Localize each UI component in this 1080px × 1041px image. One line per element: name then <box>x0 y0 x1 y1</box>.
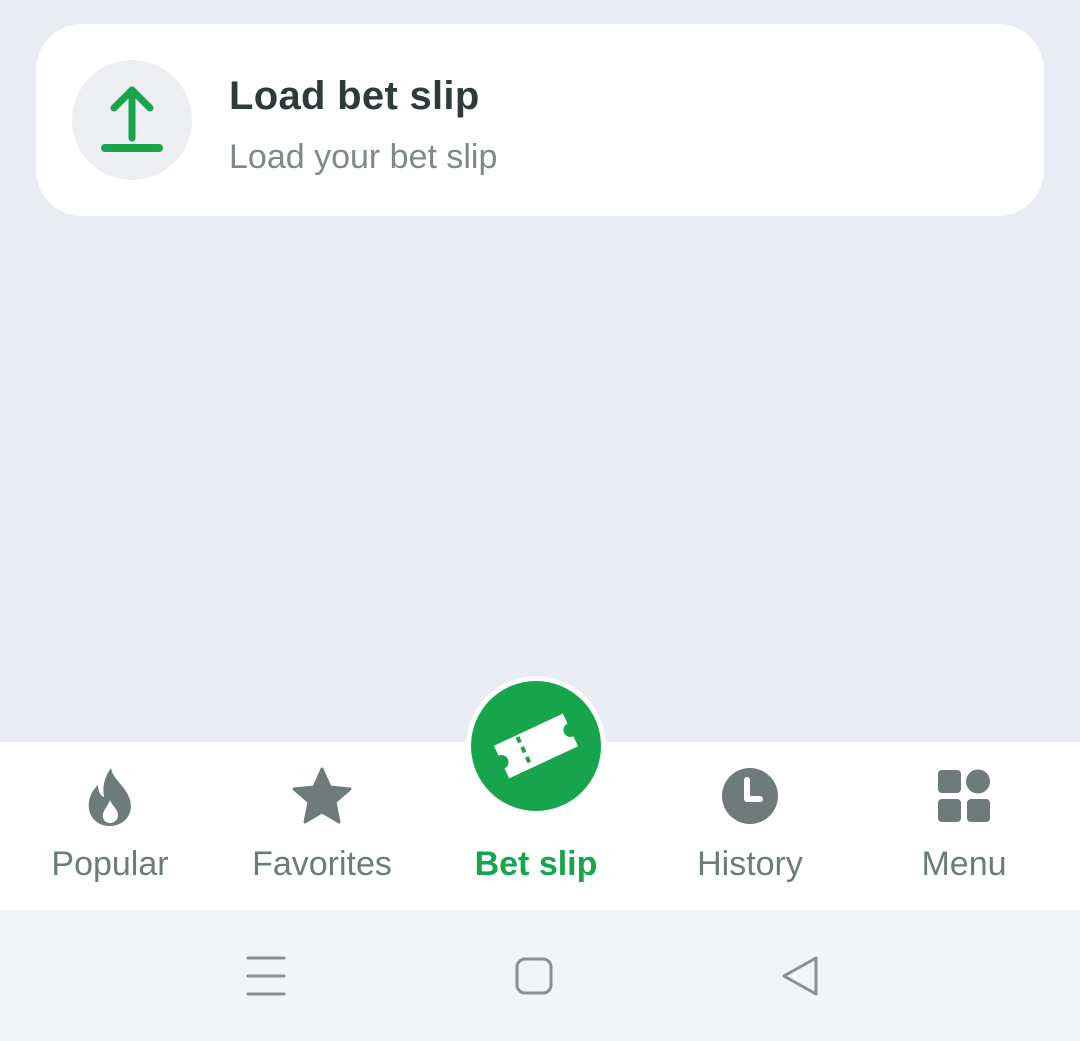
fab-circle <box>471 681 601 811</box>
bet-slip-fab[interactable] <box>466 676 606 816</box>
nav-label: History <box>697 845 803 883</box>
home-icon[interactable] <box>504 946 564 1006</box>
ticket-icon <box>493 713 579 779</box>
nav-item-popular[interactable]: Popular <box>2 742 218 910</box>
nav-item-favorites[interactable]: Favorites <box>214 742 430 910</box>
nav-label: Favorites <box>252 845 392 883</box>
nav-label: Menu <box>921 845 1007 883</box>
card-title: Load bet slip <box>229 74 480 118</box>
system-navigation-bar <box>0 910 1080 1041</box>
nav-item-menu[interactable]: Menu <box>856 742 1072 910</box>
card-subtitle: Load your bet slip <box>229 138 498 176</box>
nav-item-history[interactable]: History <box>642 742 858 910</box>
flame-icon <box>88 768 131 826</box>
recents-icon[interactable] <box>236 946 296 1006</box>
nav-label: Popular <box>51 845 169 883</box>
clock-icon <box>722 768 778 824</box>
load-bet-slip-card[interactable]: Load bet slip Load your bet slip <box>36 24 1044 216</box>
grid-icon <box>938 769 990 822</box>
star-icon <box>292 767 352 824</box>
nav-label: Bet slip <box>474 845 598 883</box>
upload-icon <box>72 60 192 180</box>
back-icon[interactable] <box>770 946 830 1006</box>
